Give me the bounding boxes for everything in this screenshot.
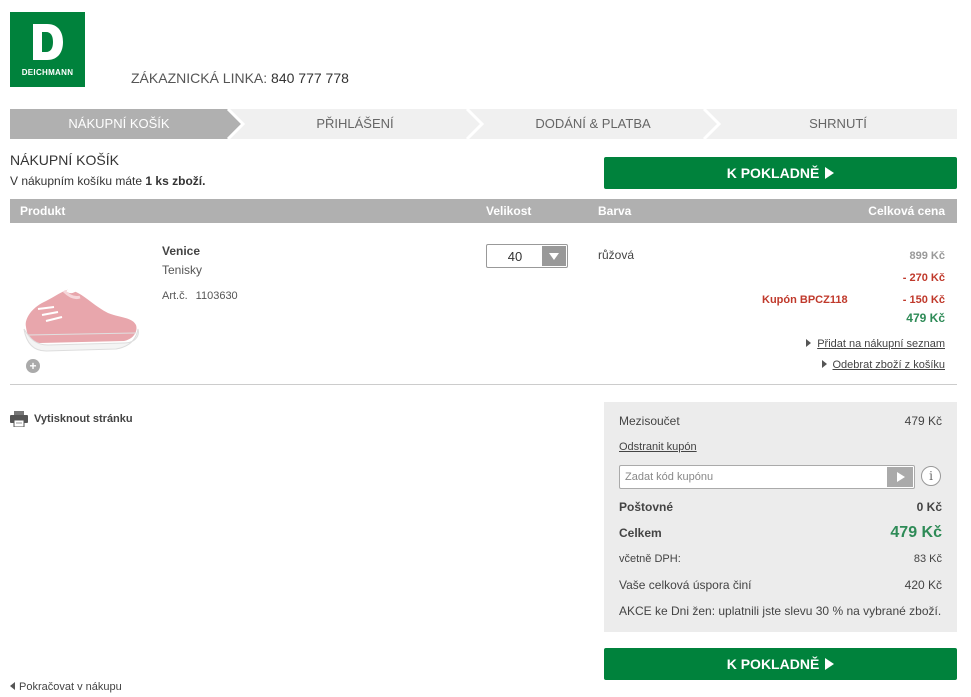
deichmann-logo[interactable]: DEICHMANN (10, 12, 85, 87)
step-delivery-payment[interactable]: DODÁNÍ & PLATBA (482, 109, 704, 139)
arrow-left-icon (10, 682, 15, 690)
coupon-discount: - 150 Kč (902, 294, 945, 306)
article-value: 1103630 (195, 290, 238, 302)
promo-text: AKCE ke Dni žen: uplatnili jste slevu 30… (619, 604, 942, 618)
savings-value: 420 Kč (904, 578, 942, 592)
add-to-list-label: Přidat na nákupní seznam (817, 338, 945, 350)
arrow-right-icon (806, 339, 812, 347)
cart-table-header: Produkt Velikost Barva Celková cena (10, 199, 957, 223)
play-arrow-icon (897, 472, 905, 482)
col-total-price: Celková cena (868, 204, 945, 218)
dropdown-button[interactable] (542, 246, 566, 266)
logo-d-icon (32, 24, 63, 60)
remove-coupon-link[interactable]: Odstranit kupón (619, 441, 697, 453)
product-image[interactable] (20, 283, 142, 358)
vat-value: 83 Kč (913, 553, 942, 565)
continue-shopping-link[interactable]: Pokračovat v nákupu (10, 681, 122, 693)
cart-subtitle: V nákupním košíku máte 1 ks zboží. (10, 174, 205, 188)
coupon-label: Kupón BPCZ118 (762, 294, 848, 306)
total-value: 479 Kč (890, 524, 942, 541)
shipping-row: Poštovné 0 Kč (619, 500, 942, 514)
checkout-button-label: K POKLADNĚ (726, 165, 820, 181)
print-page-link[interactable]: Vytisknout stránku (10, 411, 133, 427)
vat-row: včetně DPH: 83 Kč (619, 553, 942, 565)
play-arrow-icon (825, 167, 835, 179)
cart-subtitle-text: V nákupním košíku máte (10, 174, 143, 188)
hotline-number: 840 777 778 (271, 70, 349, 86)
product-name[interactable]: Venice (162, 244, 200, 258)
step-summary[interactable]: SHRNUTÍ (719, 109, 957, 139)
coupon-code-input[interactable] (620, 466, 885, 488)
order-summary: Mezisoučet 479 Kč Odstranit kupón i Pošt… (604, 402, 957, 632)
price-original: 899 Kč (909, 250, 945, 262)
sneaker-image (23, 286, 139, 352)
product-color: růžová (598, 248, 635, 262)
price-final: 479 Kč (906, 311, 945, 325)
zoom-plus-icon[interactable]: + (26, 359, 40, 373)
continue-shopping-label: Pokračovat v nákupu (19, 681, 122, 693)
printer-icon (10, 411, 28, 427)
cart-title: NÁKUPNÍ KOŠÍK (10, 152, 119, 168)
total-label: Celkem (619, 526, 662, 540)
step-login[interactable]: PŘIHLÁŠENÍ (243, 109, 467, 139)
subtotal-label: Mezisoučet (619, 414, 680, 428)
savings-row: Vaše celková úspora činí 420 Kč (619, 578, 942, 592)
checkout-button-bottom[interactable]: K POKLADNĚ (604, 648, 957, 680)
article-label: Art.č. (162, 290, 188, 302)
shipping-label: Poštovné (619, 500, 674, 514)
checkout-button-top[interactable]: K POKLADNĚ (604, 157, 957, 189)
col-size: Velikost (486, 204, 532, 218)
col-color: Barva (598, 204, 632, 218)
subtotal-value: 479 Kč (904, 414, 942, 428)
promo-row: AKCE ke Dni žen: uplatnili jste slevu 30… (619, 604, 942, 618)
coupon-submit-button[interactable] (887, 467, 913, 487)
cart-item-count: 1 ks zboží. (145, 174, 206, 188)
chevron-down-icon (549, 253, 559, 260)
vat-label: včetně DPH: (619, 553, 681, 565)
arrow-right-icon (821, 360, 827, 368)
remove-item-link[interactable]: Odebrat zboží z košíku (821, 359, 946, 371)
divider (10, 384, 957, 385)
size-select[interactable]: 40 (486, 244, 568, 268)
product-article-number: Art.č. 1103630 (162, 290, 238, 302)
size-value: 40 (507, 249, 523, 264)
remove-item-label: Odebrat zboží z košíku (832, 359, 946, 371)
customer-hotline: ZÁKAZNICKÁ LINKA: 840 777 778 (131, 70, 349, 86)
coupon-code-field (619, 465, 915, 489)
shipping-value: 0 Kč (916, 500, 942, 514)
step-cart: NÁKUPNÍ KOŠÍK (68, 116, 170, 131)
price-discount: - 270 Kč (902, 272, 945, 284)
col-product: Produkt (20, 204, 66, 218)
logo-brand-text: DEICHMANN (21, 68, 74, 77)
subtotal-row: Mezisoučet 479 Kč (619, 414, 942, 428)
savings-label: Vaše celková úspora činí (619, 578, 752, 592)
checkout-steps: NÁKUPNÍ KOŠÍK PŘIHLÁŠENÍ DODÁNÍ & PLATBA… (10, 109, 957, 139)
total-row: Celkem 479 Kč (619, 524, 942, 542)
play-arrow-icon (825, 658, 835, 670)
info-icon[interactable]: i (921, 466, 941, 486)
hotline-label: ZÁKAZNICKÁ LINKA: (131, 70, 268, 86)
product-type: Tenisky (162, 263, 203, 277)
checkout-button-label: K POKLADNĚ (726, 656, 820, 672)
print-label: Vytisknout stránku (34, 413, 133, 425)
add-to-shopping-list-link[interactable]: Přidat na nákupní seznam (806, 338, 945, 350)
